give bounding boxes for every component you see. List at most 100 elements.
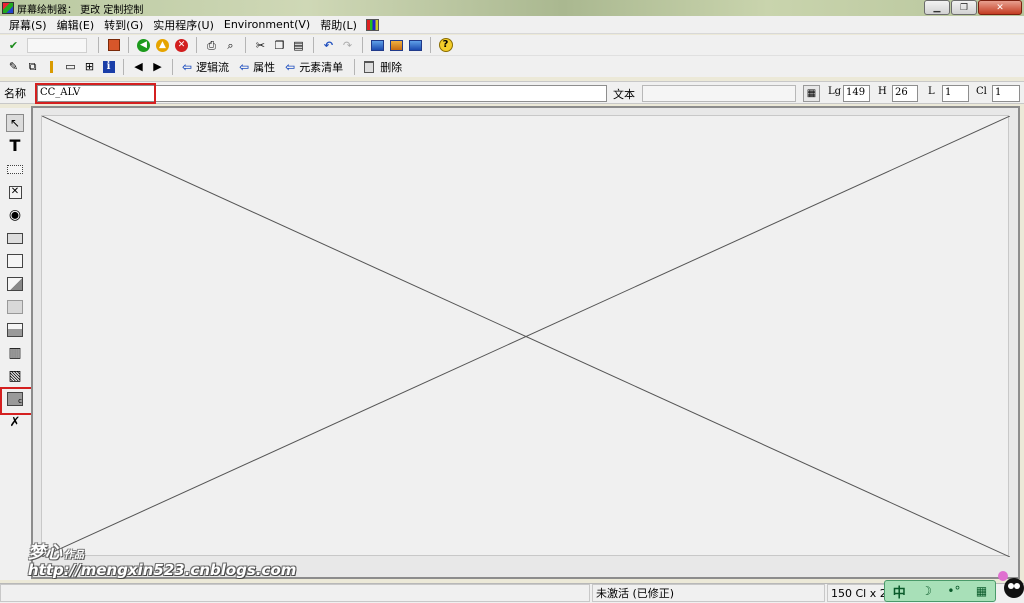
arrow-left-icon: ⇦ <box>182 59 193 74</box>
arrow-left-icon: ⇦ <box>285 59 296 74</box>
menu-environment[interactable]: Environment(V) <box>219 18 315 31</box>
standard-toolbar: ✔ ◀ ▲ ✕ ⎙ ⌕ ✂ ❐ ▤ ↶ ↷ ? <box>0 35 1024 56</box>
copy-icon[interactable]: ❐ <box>271 37 288 54</box>
checkbox-tool-icon[interactable]: ✕ <box>6 183 24 201</box>
menu-screen[interactable]: 屏幕(S) <box>4 17 52 33</box>
input-box-icon <box>7 164 23 174</box>
text-field[interactable] <box>642 85 796 102</box>
radio-button-tool-icon[interactable]: ◉ <box>6 206 24 224</box>
toolbar-separator <box>313 37 314 53</box>
ime-language[interactable]: 中 <box>893 582 906 601</box>
cut-icon[interactable]: ✂ <box>252 37 269 54</box>
info-icon: i <box>102 60 115 73</box>
flow-logic-label: 逻辑流 <box>196 60 230 74</box>
minimize-button[interactable]: ▁ <box>924 0 950 15</box>
box-tool-icon[interactable] <box>6 298 24 316</box>
menu-goto[interactable]: 转到(G) <box>99 17 148 33</box>
table-control-wizard-icon[interactable]: ▧ <box>6 367 24 385</box>
dictionary-icon[interactable]: ▦ <box>803 85 820 102</box>
screen-canvas[interactable] <box>31 106 1020 579</box>
layout-icon <box>409 39 422 51</box>
tabstrip-wizard-icon[interactable] <box>6 275 24 293</box>
h-label: H <box>878 86 887 97</box>
tabstrip-tool-icon[interactable] <box>6 252 24 270</box>
print-icon[interactable]: ⎙ <box>203 37 220 54</box>
attributes-button[interactable]: ⇦ 属性 <box>239 59 275 75</box>
exit-button[interactable]: ▲ <box>154 37 171 54</box>
status-mode: 未激活 (已修正) <box>592 584 825 602</box>
activate-icon[interactable]: ⧉ <box>24 58 41 75</box>
toolbar-separator <box>123 58 124 75</box>
delete-label: 删除 <box>380 60 403 74</box>
enter-check-icon[interactable]: ✔ <box>5 37 22 54</box>
ime-toolbar[interactable]: 中 ☽ •° ▦ <box>884 580 996 602</box>
customize-layout-icon[interactable] <box>365 18 379 31</box>
l-field[interactable]: 1 <box>942 85 969 102</box>
toolbar-separator <box>172 58 173 75</box>
shortcut-button[interactable] <box>388 37 405 54</box>
delete-button[interactable]: 删除 <box>364 59 402 75</box>
help-button[interactable]: ? <box>437 37 454 54</box>
command-field[interactable] <box>27 37 87 53</box>
keyboard-icon[interactable]: ▦ <box>976 584 987 598</box>
watermark-url: http://mengxin523.cnblogs.com <box>28 561 297 579</box>
table-control-tool-icon[interactable]: ▥ <box>6 344 24 362</box>
save-button[interactable] <box>105 37 122 54</box>
close-button[interactable]: ✕ <box>978 0 1022 15</box>
moon-icon[interactable]: ☽ <box>921 584 932 598</box>
element-list-label: 元素清单 <box>299 60 344 74</box>
custom-control-cross <box>42 116 1010 557</box>
where-used-icon[interactable]: ▭ <box>62 58 79 75</box>
custom-control-area[interactable] <box>41 115 1010 557</box>
layout-button[interactable] <box>407 37 424 54</box>
menu-edit[interactable]: 编辑(E) <box>52 17 100 33</box>
previous-icon[interactable]: ◀ <box>130 58 147 75</box>
find-icon[interactable]: ⌕ <box>222 37 239 54</box>
status-size: 150 Cl x 26 <box>827 584 887 602</box>
toolbar-separator <box>245 37 246 53</box>
h-field[interactable]: 26 <box>892 85 918 102</box>
element-attributes-bar: 名称 CC_ALV 文本 ▦ Lg 149 H 26 L 1 Cl 1 <box>0 81 1024 104</box>
display-change-icon[interactable]: ✎ <box>5 58 22 75</box>
name-label: 名称 <box>4 86 26 100</box>
undo-icon[interactable]: ↶ <box>320 37 337 54</box>
select-pointer-icon[interactable]: ↖ <box>6 114 24 132</box>
new-session-button[interactable] <box>369 37 386 54</box>
status-icon-tool-icon[interactable]: ✗ <box>6 413 24 431</box>
app-icon <box>2 2 14 14</box>
tabstrip-box-icon <box>7 254 23 268</box>
back-button[interactable]: ◀ <box>135 37 152 54</box>
toolbar-separator <box>98 37 99 53</box>
mascot-icon <box>998 571 1024 598</box>
text-label: 文本 <box>613 88 635 101</box>
input-field-tool-icon[interactable] <box>6 160 24 178</box>
maximize-button[interactable]: ❐ <box>951 0 977 15</box>
element-list-button[interactable]: ⇦ 元素清单 <box>285 59 343 75</box>
punctuation-icon[interactable]: •° <box>947 584 960 598</box>
text-field-tool-icon[interactable]: T <box>6 137 24 155</box>
cancel-button[interactable]: ✕ <box>173 37 190 54</box>
lg-field[interactable]: 149 <box>843 85 870 102</box>
custom-control-highlight-box <box>0 387 33 415</box>
toolbar-separator <box>128 37 129 53</box>
element-palette: ↖ T ✕ ◉ ▥ ▧ c ✗ <box>0 108 33 580</box>
toolbar-separator <box>430 37 431 53</box>
name-highlight-box <box>35 83 156 104</box>
cl-field[interactable]: 1 <box>992 85 1020 102</box>
redo-icon[interactable]: ↷ <box>339 37 356 54</box>
toolbar-separator <box>354 58 356 75</box>
next-icon[interactable]: ▶ <box>149 58 166 75</box>
pushbutton-tool-icon[interactable] <box>6 229 24 247</box>
status-bar: 未激活 (已修正) 150 Cl x 26 <box>0 583 1024 603</box>
l-label: L <box>928 86 935 97</box>
menu-utilities[interactable]: 实用程序(U) <box>148 17 219 33</box>
menu-help[interactable]: 帮助(L) <box>315 17 362 33</box>
flow-logic-button[interactable]: ⇦ 逻辑流 <box>182 59 229 75</box>
arrow-left-icon: ⇦ <box>239 59 250 74</box>
paste-icon[interactable]: ▤ <box>290 37 307 54</box>
info-button[interactable]: i <box>100 58 117 75</box>
hierarchy-icon[interactable]: ⊞ <box>81 58 98 75</box>
subscreen-tool-icon[interactable] <box>6 321 24 339</box>
object-icon[interactable] <box>43 58 60 75</box>
attributes-label: 属性 <box>253 60 276 74</box>
